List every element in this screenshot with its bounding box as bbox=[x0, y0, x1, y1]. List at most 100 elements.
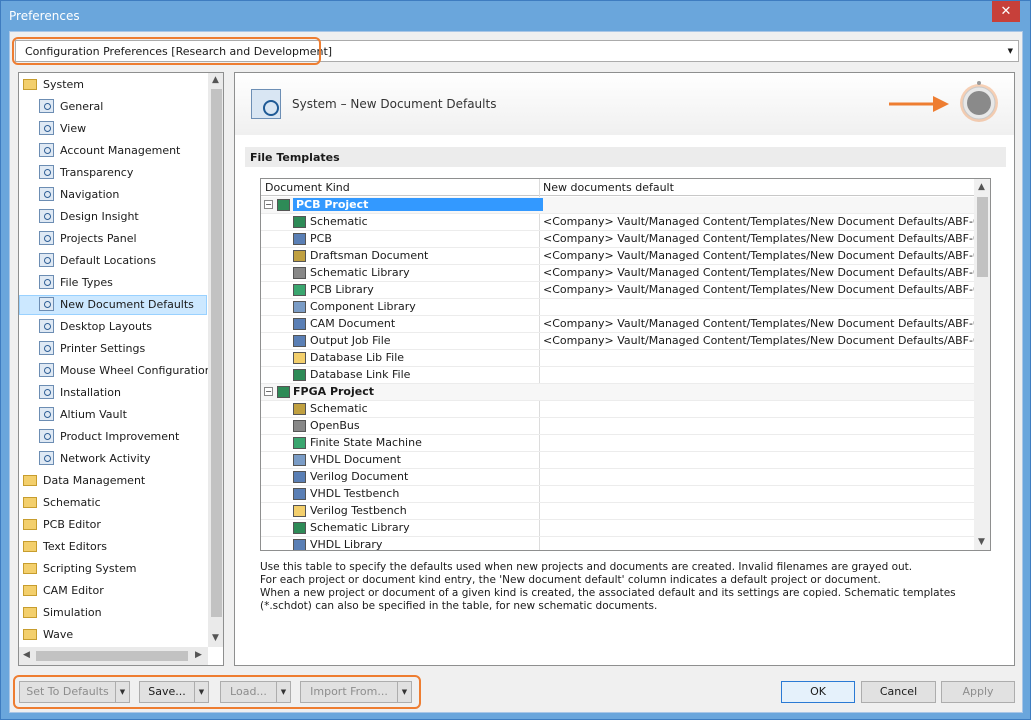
tree-item-label: Wave bbox=[43, 628, 74, 641]
tree-item[interactable]: Transparency bbox=[39, 163, 133, 183]
tree-item-label: Default Locations bbox=[60, 254, 156, 267]
document-kind-row[interactable]: Schematic <Company> Vault/Managed Content… bbox=[261, 214, 990, 231]
document-kind-row[interactable]: PCB <Company> Vault/Managed Content/Templ… bbox=[261, 231, 990, 248]
tree-item[interactable]: Printer Settings bbox=[39, 339, 145, 359]
document-kind-row[interactable]: OpenBus bbox=[261, 418, 974, 435]
tree-item[interactable]: Navigation bbox=[39, 185, 119, 205]
scroll-right-icon[interactable]: ▶ bbox=[195, 650, 202, 660]
document-kind-row[interactable]: VHDL Document bbox=[261, 452, 974, 469]
document-kind-row[interactable]: Schematic Library <Company> Vault/Managed… bbox=[261, 265, 990, 282]
document-kind-label: PCB Project bbox=[293, 198, 543, 211]
document-kind-row[interactable]: Finite State Machine bbox=[261, 435, 974, 452]
tree-item[interactable]: Mouse Wheel Configuration bbox=[39, 361, 212, 381]
tree-item[interactable]: File Types bbox=[39, 273, 113, 293]
tree-vertical-scrollbar[interactable]: ▲ ▼ bbox=[208, 73, 223, 647]
document-kind-row[interactable]: VHDL Library bbox=[261, 537, 974, 550]
default-template-path[interactable]: <Company> Vault/Managed Content/Template… bbox=[543, 334, 990, 347]
document-kind-row[interactable]: Database Link File bbox=[261, 367, 974, 384]
scroll-up-icon[interactable]: ▲ bbox=[978, 182, 985, 192]
default-template-path[interactable]: <Company> Vault/Managed Content/Template… bbox=[543, 317, 990, 330]
tree-item[interactable]: Wave bbox=[23, 625, 73, 645]
close-button[interactable]: ✕ bbox=[992, 1, 1020, 22]
project-group-row[interactable]: − FPGA Project bbox=[261, 384, 974, 401]
tree-hscroll-thumb[interactable] bbox=[36, 651, 188, 661]
document-kind-row[interactable]: Component Library bbox=[261, 299, 974, 316]
tree-item[interactable]: Data Management bbox=[23, 471, 145, 491]
tree-item[interactable]: Installation bbox=[39, 383, 121, 403]
chevron-down-icon[interactable]: ▼ bbox=[1008, 47, 1013, 55]
default-template-path[interactable]: <Company> Vault/Managed Content/Template… bbox=[543, 232, 990, 245]
document-kind-label: Schematic bbox=[310, 402, 368, 415]
tree-scroll-thumb[interactable] bbox=[211, 89, 222, 617]
document-kind-row[interactable]: Database Lib File bbox=[261, 350, 974, 367]
tree-item-label: View bbox=[60, 122, 87, 135]
document-kind-row[interactable]: Schematic bbox=[261, 401, 974, 418]
arrow-right-icon bbox=[889, 96, 949, 112]
tree-item[interactable]: Default Locations bbox=[39, 251, 156, 271]
folder-icon bbox=[23, 607, 37, 618]
column-header-kind[interactable]: Document Kind bbox=[265, 181, 350, 194]
tree-item[interactable]: Desktop Layouts bbox=[39, 317, 152, 337]
project-group-row[interactable]: − PCB Project bbox=[261, 197, 974, 214]
tree-item[interactable]: CAM Editor bbox=[23, 581, 104, 601]
tree-item[interactable]: General bbox=[39, 97, 103, 117]
scroll-down-icon[interactable]: ▼ bbox=[978, 537, 985, 547]
default-template-path[interactable]: <Company> Vault/Managed Content/Template… bbox=[543, 283, 990, 296]
tree-item[interactable]: View bbox=[39, 119, 86, 139]
preference-page-icon bbox=[39, 363, 54, 377]
document-icon bbox=[293, 369, 306, 381]
document-kind-row[interactable]: CAM Document <Company> Vault/Managed Cont… bbox=[261, 316, 990, 333]
document-kind-label: Schematic Library bbox=[310, 521, 410, 534]
scroll-up-icon[interactable]: ▲ bbox=[212, 75, 219, 85]
preference-page-icon bbox=[39, 297, 54, 311]
document-icon bbox=[293, 233, 306, 245]
tree-horizontal-scrollbar[interactable]: ◀ ▶ bbox=[19, 647, 208, 665]
tree-item[interactable]: System bbox=[23, 75, 84, 95]
document-kind-row[interactable]: Draftsman Document <Company> Vault/Manage… bbox=[261, 248, 990, 265]
tree-item[interactable]: Altium Vault bbox=[39, 405, 127, 425]
document-kind-row[interactable]: Schematic Library bbox=[261, 520, 974, 537]
tree-item[interactable]: Product Improvement bbox=[39, 427, 179, 447]
tree-item[interactable]: Simulation bbox=[23, 603, 102, 623]
ok-button[interactable]: OK bbox=[781, 681, 855, 703]
tree-item[interactable]: Design Insight bbox=[39, 207, 139, 227]
scroll-left-icon[interactable]: ◀ bbox=[23, 650, 30, 660]
tree-item[interactable]: New Document Defaults bbox=[19, 295, 207, 315]
document-kind-row[interactable]: PCB Library <Company> Vault/Managed Conte… bbox=[261, 282, 990, 299]
description-line: When a new project or document of a give… bbox=[260, 587, 956, 599]
column-header-default[interactable]: New documents default bbox=[543, 181, 674, 194]
document-kind-label: Draftsman Document bbox=[310, 249, 429, 262]
project-icon bbox=[277, 199, 290, 211]
collapse-icon[interactable]: − bbox=[264, 387, 273, 396]
apply-button[interactable]: Apply bbox=[941, 681, 1015, 703]
default-template-path[interactable]: <Company> Vault/Managed Content/Template… bbox=[543, 249, 990, 262]
collapse-icon[interactable]: − bbox=[264, 200, 273, 209]
document-kind-row[interactable]: Verilog Testbench bbox=[261, 503, 974, 520]
document-icon bbox=[293, 335, 306, 347]
tree-item-label: CAM Editor bbox=[43, 584, 104, 597]
scroll-down-icon[interactable]: ▼ bbox=[212, 633, 219, 643]
page-title: System – New Document Defaults bbox=[292, 97, 497, 111]
settings-dial-icon[interactable] bbox=[957, 79, 1001, 123]
document-kind-label: VHDL Testbench bbox=[310, 487, 400, 500]
document-kind-row[interactable]: Output Job File <Company> Vault/Managed C… bbox=[261, 333, 990, 350]
tree-item[interactable]: Network Activity bbox=[39, 449, 151, 469]
tree-item[interactable]: PCB Editor bbox=[23, 515, 101, 535]
grid-scroll-thumb[interactable] bbox=[977, 197, 988, 277]
tree-item[interactable]: Account Management bbox=[39, 141, 180, 161]
tree-item[interactable]: Projects Panel bbox=[39, 229, 137, 249]
document-kind-row[interactable]: VHDL Testbench bbox=[261, 486, 974, 503]
cancel-button[interactable]: Cancel bbox=[861, 681, 936, 703]
combo-highlight bbox=[12, 37, 321, 65]
default-template-path[interactable]: <Company> Vault/Managed Content/Template… bbox=[543, 215, 990, 228]
tree-item-label: File Types bbox=[60, 276, 113, 289]
document-icon bbox=[293, 318, 306, 330]
grid-vertical-scrollbar[interactable]: ▲ ▼ bbox=[974, 179, 990, 550]
preference-page-icon bbox=[39, 187, 54, 201]
tree-item[interactable]: Text Editors bbox=[23, 537, 107, 557]
default-template-path[interactable]: <Company> Vault/Managed Content/Template… bbox=[543, 266, 990, 279]
document-kind-row[interactable]: Verilog Document bbox=[261, 469, 974, 486]
tree-item[interactable]: Scripting System bbox=[23, 559, 136, 579]
folder-icon bbox=[23, 585, 37, 596]
tree-item[interactable]: Schematic bbox=[23, 493, 101, 513]
